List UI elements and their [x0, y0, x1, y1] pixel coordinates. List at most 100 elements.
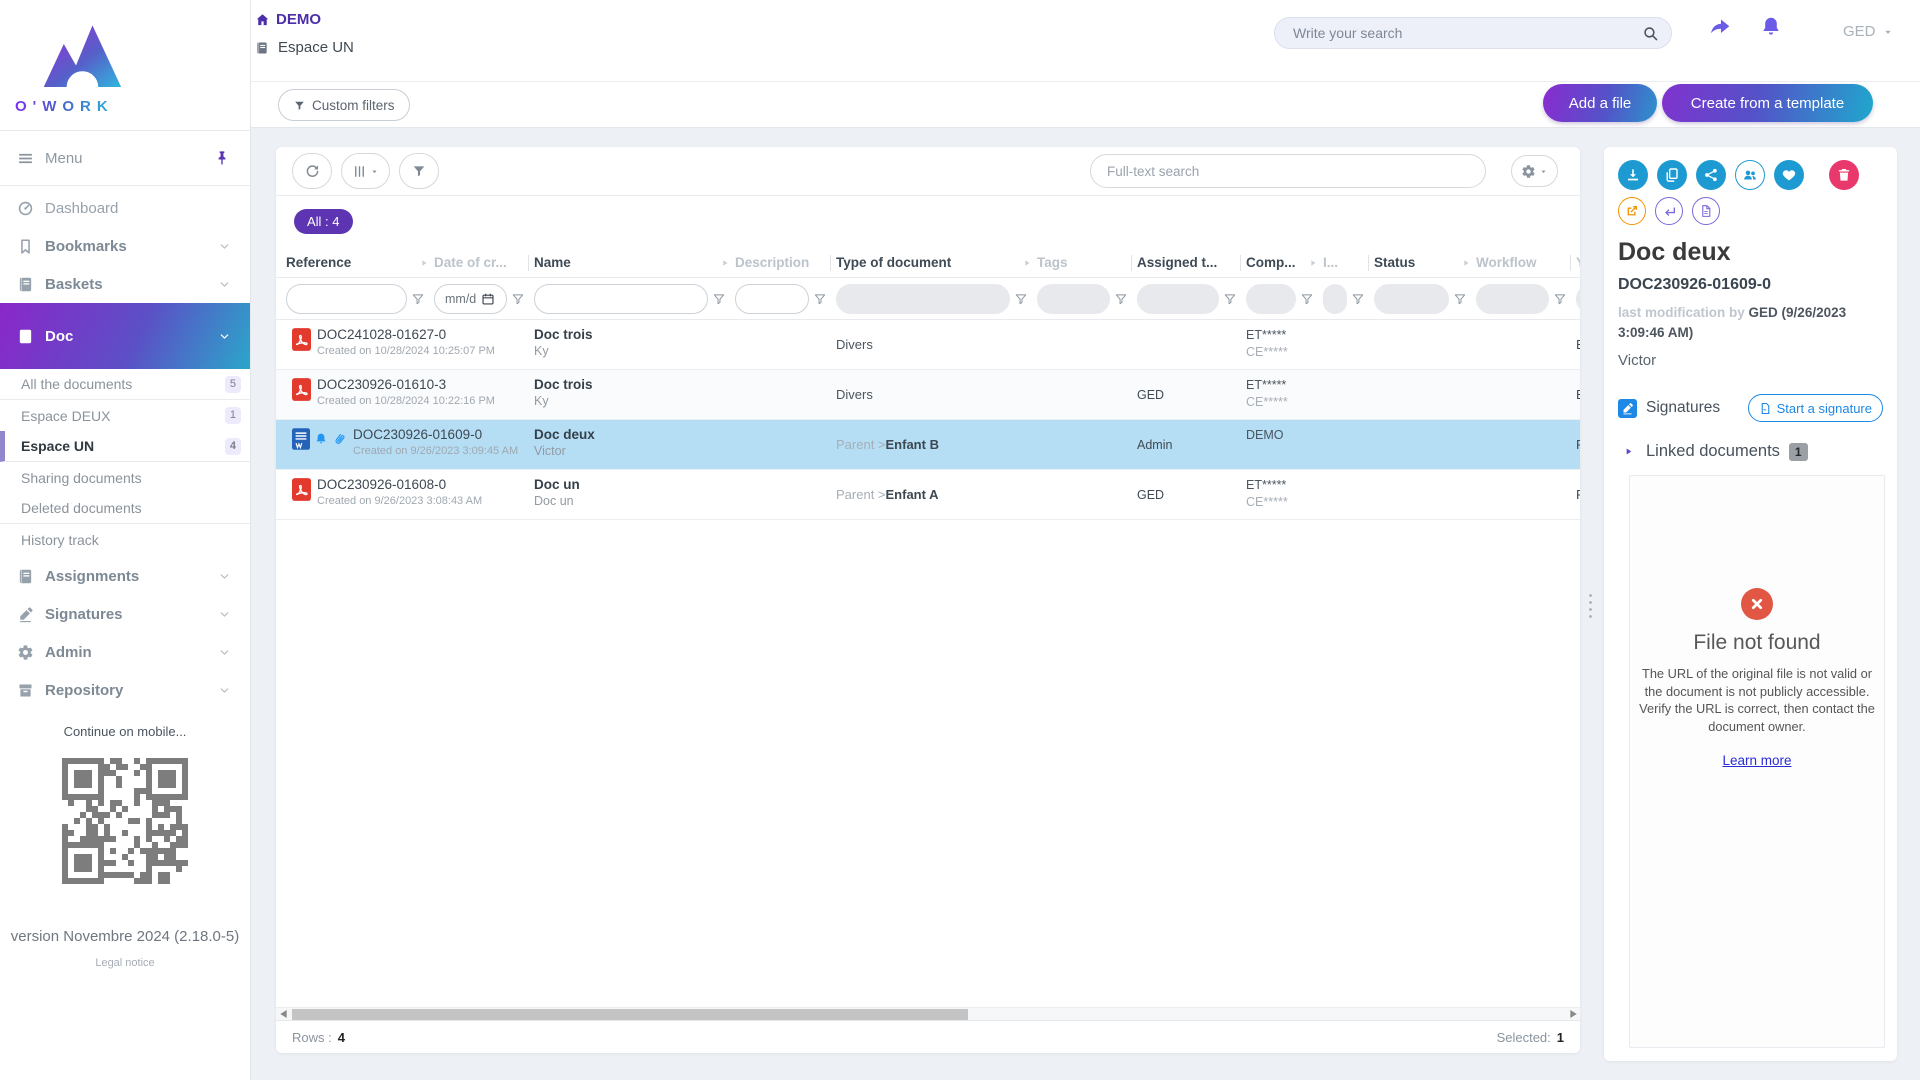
column-header-description[interactable]: Description: [735, 255, 836, 271]
sidebar-item-espace-un[interactable]: Espace UN 4: [0, 431, 250, 462]
expand-column-icon[interactable]: [1461, 258, 1471, 268]
create-from-template-button[interactable]: Create from a template: [1662, 84, 1873, 122]
refresh-button[interactable]: [292, 153, 332, 189]
column-header-name[interactable]: Name: [534, 255, 735, 270]
file-signature-icon: [1759, 402, 1772, 415]
column-header-i[interactable]: I...: [1323, 255, 1374, 271]
column-header-tags[interactable]: Tags: [1037, 255, 1137, 271]
calendar-icon[interactable]: [481, 292, 495, 306]
panel-resize-handle[interactable]: [1588, 592, 1593, 620]
funnel-icon[interactable]: [1014, 292, 1028, 306]
assign-users-button[interactable]: [1735, 160, 1765, 190]
funnel-icon[interactable]: [1300, 292, 1314, 306]
funnel-icon[interactable]: [813, 292, 827, 306]
column-header-reference[interactable]: Reference: [286, 255, 434, 270]
legal-notice-link[interactable]: Legal notice: [0, 957, 250, 969]
sidebar-item-label: Signatures: [45, 606, 123, 623]
column-header-company[interactable]: Comp...: [1246, 255, 1323, 270]
learn-more-link[interactable]: Learn more: [1722, 753, 1791, 768]
breadcrumb-space[interactable]: Espace UN: [255, 39, 354, 56]
hamburger-icon: [17, 150, 34, 167]
chevron-down-icon: [219, 279, 230, 290]
sidebar-item-espace-deux[interactable]: Espace DEUX 1: [0, 400, 250, 431]
table-row[interactable]: DOC241028-01627-0 Created on 10/28/2024 …: [276, 320, 1580, 370]
table-row[interactable]: DOC230926-01608-0 Created on 9/26/2023 3…: [276, 470, 1580, 520]
global-search-input[interactable]: [1291, 24, 1642, 42]
sidebar-menu-toggle[interactable]: Menu: [0, 130, 250, 186]
column-header-status[interactable]: Status: [1374, 255, 1476, 270]
tab-all[interactable]: All : 4: [294, 209, 353, 234]
column-header-type[interactable]: Type of document: [836, 255, 1037, 270]
bell-icon[interactable]: [1759, 15, 1783, 39]
favorite-button[interactable]: [1774, 160, 1804, 190]
sidebar-item-deleted-documents[interactable]: Deleted documents: [0, 493, 250, 524]
share-icon[interactable]: [1708, 15, 1732, 39]
columns-button[interactable]: [341, 153, 390, 189]
funnel-icon[interactable]: [712, 292, 726, 306]
filter-button[interactable]: [399, 153, 439, 189]
return-button[interactable]: [1655, 197, 1683, 225]
fulltext-search-input[interactable]: [1090, 154, 1486, 188]
sidebar-item-history-track[interactable]: History track: [0, 524, 250, 555]
table-row-selected[interactable]: DOC230926-01609-0 Created on 9/26/2023 3…: [276, 420, 1580, 470]
add-file-button[interactable]: Add a file: [1543, 84, 1657, 122]
brand-logo[interactable]: O'WORK: [0, 0, 250, 130]
copy-button[interactable]: [1657, 160, 1687, 190]
share-button[interactable]: [1696, 160, 1726, 190]
breadcrumb-home[interactable]: DEMO: [255, 11, 321, 28]
funnel-icon[interactable]: [1114, 292, 1128, 306]
document-created: Created on 10/28/2024 10:22:16 PM: [317, 395, 495, 407]
filter-cell-date: [434, 284, 534, 314]
table-row[interactable]: DOC230926-01610-3 Created on 10/28/2024 …: [276, 370, 1580, 420]
sidebar-item-bookmarks[interactable]: Bookmarks: [0, 227, 250, 265]
sidebar-item-signatures[interactable]: Signatures: [0, 595, 250, 633]
start-signature-button[interactable]: Start a signature: [1748, 394, 1883, 422]
document-reference: DOC241028-01627-0: [317, 327, 495, 342]
sidebar-item-sharing-documents[interactable]: Sharing documents: [0, 462, 250, 493]
funnel-icon[interactable]: [411, 292, 425, 306]
sidebar-item-dashboard[interactable]: Dashboard: [0, 189, 250, 227]
document-properties-button[interactable]: [1692, 197, 1720, 225]
sidebar-item-admin[interactable]: Admin: [0, 633, 250, 671]
cell-company: DEMO: [1246, 420, 1323, 469]
sidebar-item-repository[interactable]: Repository: [0, 671, 250, 709]
delete-button[interactable]: [1829, 160, 1859, 190]
word-file-icon: [292, 428, 310, 450]
scroll-left-arrow[interactable]: [276, 1009, 290, 1020]
date-filter-input[interactable]: [443, 291, 479, 307]
custom-filters-button[interactable]: Custom filters: [278, 89, 410, 121]
start-signature-label: Start a signature: [1777, 401, 1872, 416]
search-icon[interactable]: [1642, 25, 1659, 42]
table-settings-button[interactable]: [1511, 155, 1558, 187]
funnel-icon[interactable]: [1223, 292, 1237, 306]
sidebar-item-doc[interactable]: Doc: [0, 303, 250, 369]
expand-column-icon[interactable]: [419, 258, 429, 268]
scrollbar-thumb[interactable]: [292, 1009, 968, 1020]
expand-column-icon[interactable]: [1022, 258, 1032, 268]
reference-filter-input[interactable]: [286, 284, 407, 314]
column-header-date[interactable]: Date of cr...: [434, 255, 534, 271]
funnel-icon[interactable]: [1453, 292, 1467, 306]
pin-icon[interactable]: [214, 150, 230, 166]
linked-documents-toggle[interactable]: Linked documents 1: [1618, 442, 1883, 461]
file-icon: [1699, 204, 1713, 218]
funnel-icon[interactable]: [511, 292, 525, 306]
pdf-file-icon: [292, 478, 311, 501]
column-header-y[interactable]: Y: [1576, 255, 1580, 270]
funnel-icon[interactable]: [1553, 292, 1567, 306]
column-header-assigned[interactable]: Assigned t...: [1137, 255, 1246, 271]
sidebar-item-assignments[interactable]: Assignments: [0, 557, 250, 595]
sidebar-item-all-documents[interactable]: All the documents 5: [0, 369, 250, 400]
name-filter-input[interactable]: [534, 284, 708, 314]
user-menu[interactable]: GED: [1843, 23, 1894, 40]
sidebar-item-baskets[interactable]: Baskets: [0, 265, 250, 303]
funnel-icon[interactable]: [1351, 292, 1365, 306]
scrollbar-track[interactable]: [290, 1009, 1566, 1020]
open-external-button[interactable]: [1618, 197, 1646, 225]
description-filter-input[interactable]: [735, 284, 809, 314]
expand-column-icon[interactable]: [1308, 258, 1318, 268]
expand-column-icon[interactable]: [720, 258, 730, 268]
scroll-right-arrow[interactable]: [1566, 1009, 1580, 1020]
download-button[interactable]: [1618, 160, 1648, 190]
column-header-workflow[interactable]: Workflow: [1476, 255, 1576, 271]
